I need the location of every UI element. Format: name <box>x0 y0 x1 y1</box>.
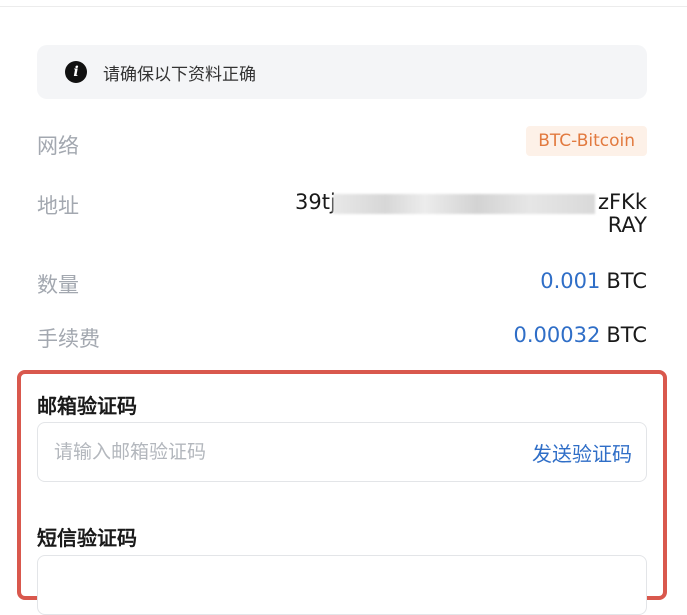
email-code-field: 发送验证码 <box>37 422 647 482</box>
address-label: 地址 <box>37 194 79 218</box>
network-label: 网络 <box>37 134 79 158</box>
address-row: 地址 39tj zFKk RAY <box>37 190 647 246</box>
sms-code-field <box>37 555 647 615</box>
send-email-code-button[interactable]: 发送验证码 <box>532 438 632 467</box>
address-value: 39tj zFKk RAY <box>295 190 647 246</box>
amount-label: 数量 <box>37 273 79 297</box>
email-code-input[interactable] <box>52 440 532 464</box>
fee-value: 0.00032 BTC <box>513 323 647 347</box>
email-code-label: 邮箱验证码 <box>37 394 137 418</box>
amount-unit: BTC <box>606 269 647 293</box>
fee-unit: BTC <box>606 323 647 347</box>
address-line2: RAY <box>607 213 647 237</box>
top-divider <box>0 6 687 7</box>
fee-label: 手续费 <box>37 327 100 351</box>
notice-banner: i 请确保以下资料正确 <box>37 45 647 99</box>
info-icon: i <box>65 61 87 83</box>
network-badge: BTC-Bitcoin <box>526 126 647 156</box>
notice-text: 请确保以下资料正确 <box>103 64 256 85</box>
address-end: zFKk <box>597 190 647 214</box>
fee-number: 0.00032 <box>513 323 601 347</box>
sms-code-label: 短信验证码 <box>37 526 137 550</box>
sms-code-input[interactable] <box>52 573 632 597</box>
amount-value: 0.001 BTC <box>540 269 647 293</box>
amount-number: 0.001 <box>540 269 601 293</box>
address-redacted <box>333 194 595 214</box>
address-start: 39tj <box>295 190 336 214</box>
